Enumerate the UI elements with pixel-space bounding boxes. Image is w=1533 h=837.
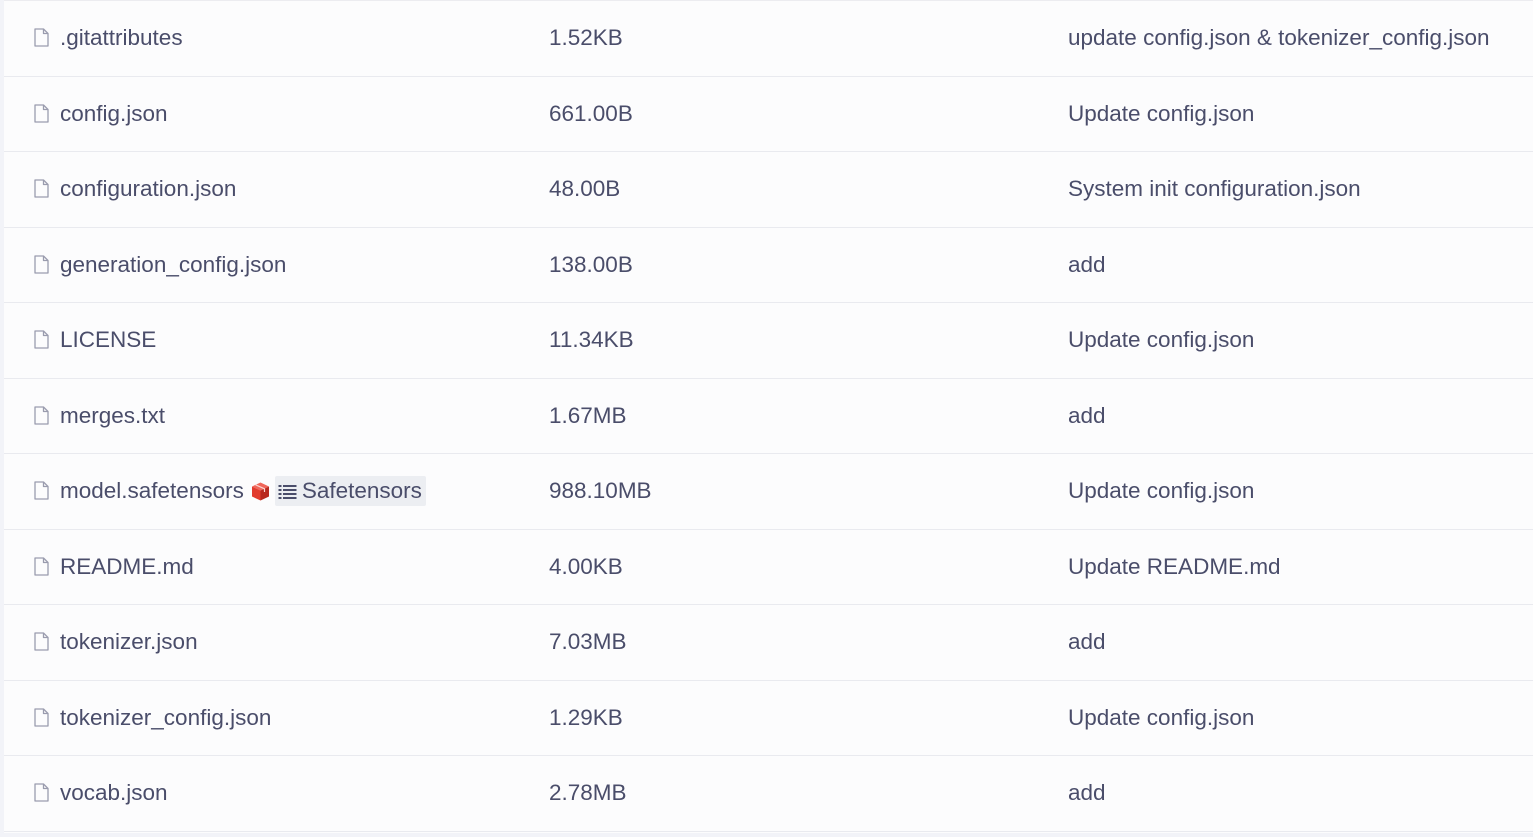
file-size: 138.00B (549, 251, 633, 277)
commit-message-link[interactable]: Update README.md (1068, 554, 1281, 580)
file-name-link[interactable]: configuration.json (60, 176, 236, 202)
file-size: 661.00B (549, 100, 633, 126)
file-name-link[interactable]: config.json (60, 101, 168, 127)
file-row[interactable]: configuration.json 48.00B System init co… (4, 152, 1533, 228)
file-name-link[interactable]: tokenizer_config.json (60, 705, 271, 731)
file-row[interactable]: config.json 661.00B Update config.json (4, 77, 1533, 152)
file-icon (34, 179, 49, 198)
file-name-link[interactable]: vocab.json (60, 780, 168, 806)
commit-message-link[interactable]: add (1068, 403, 1106, 429)
file-size: 2.78MB (549, 780, 627, 806)
file-name-link[interactable]: README.md (60, 554, 194, 580)
commit-message-link[interactable]: add (1068, 780, 1106, 806)
file-row[interactable]: README.md 4.00KB Update README.md (4, 530, 1533, 605)
file-size: 1.52KB (549, 25, 623, 51)
file-icon (34, 481, 49, 500)
file-icon (34, 406, 49, 425)
commit-message-link[interactable]: Update config.json (1068, 101, 1254, 127)
commit-message-link[interactable]: Update config.json (1068, 327, 1254, 353)
commit-message-link[interactable]: Update config.json (1068, 478, 1254, 504)
file-size: 988.10MB (549, 478, 652, 504)
file-row[interactable]: model.safetensors Safetensors 988.10MB U… (4, 454, 1533, 530)
file-row[interactable]: tokenizer_config.json 1.29KB Update conf… (4, 681, 1533, 756)
file-row[interactable]: merges.txt 1.67MB add (4, 379, 1533, 454)
file-icon (34, 255, 49, 274)
file-name-link[interactable]: merges.txt (60, 403, 165, 429)
file-icon (34, 557, 49, 576)
commit-message-link[interactable]: Update config.json (1068, 705, 1254, 731)
file-row[interactable]: generation_config.json 138.00B add (4, 228, 1533, 303)
file-row[interactable]: vocab.json 2.78MB add (4, 756, 1533, 832)
file-icon (34, 708, 49, 727)
file-size: 1.67MB (549, 402, 627, 428)
file-icon (34, 330, 49, 349)
safetensors-tag[interactable]: Safetensors (274, 476, 426, 507)
commit-message-link[interactable]: System init configuration.json (1068, 176, 1361, 202)
file-size: 7.03MB (549, 629, 627, 655)
file-name-link[interactable]: LICENSE (60, 327, 156, 353)
file-row[interactable]: tokenizer.json 7.03MB add (4, 605, 1533, 681)
file-name-link[interactable]: model.safetensors (60, 478, 244, 504)
cube-icon (251, 482, 269, 501)
file-name-link[interactable]: .gitattributes (60, 25, 183, 51)
file-row[interactable]: .gitattributes 1.52KB update config.json… (4, 1, 1533, 77)
file-size: 4.00KB (549, 553, 623, 579)
file-icon (34, 28, 49, 47)
file-size: 1.29KB (549, 704, 623, 730)
file-list: .gitattributes 1.52KB update config.json… (4, 0, 1533, 833)
file-icon (34, 632, 49, 651)
commit-message-link[interactable]: add (1068, 629, 1106, 655)
file-icon (34, 104, 49, 123)
file-size: 48.00B (549, 176, 621, 202)
list-icon (278, 485, 297, 500)
file-name-link[interactable]: generation_config.json (60, 252, 286, 278)
file-name-link[interactable]: tokenizer.json (60, 629, 198, 655)
file-size: 11.34KB (549, 327, 634, 353)
commit-message-link[interactable]: add (1068, 252, 1106, 278)
file-icon (34, 783, 49, 802)
file-row[interactable]: LICENSE 11.34KB Update config.json (4, 303, 1533, 379)
tag-label: Safetensors (301, 478, 422, 504)
commit-message-link[interactable]: update config.json & tokenizer_config.js… (1068, 25, 1490, 51)
